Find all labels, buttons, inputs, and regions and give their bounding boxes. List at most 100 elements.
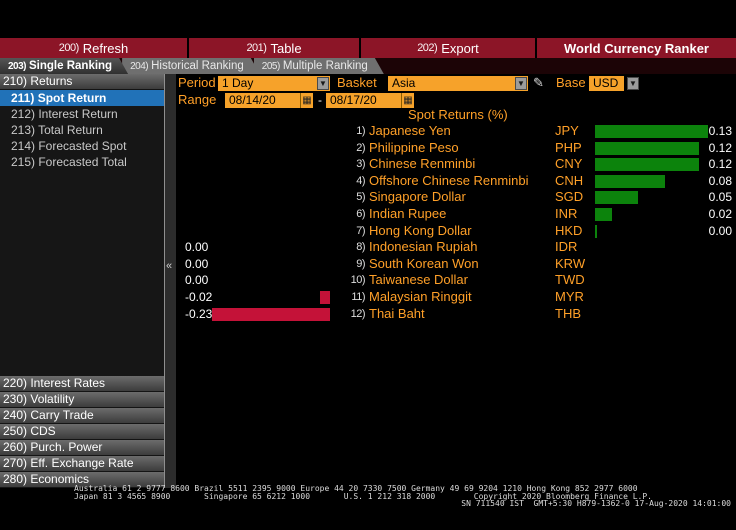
calendar-icon[interactable]: ▦ <box>300 93 313 108</box>
sidebar-item-eff-exchange-rate[interactable]: 270) Eff. Exchange Rate <box>0 456 164 472</box>
positive-bar <box>595 141 699 155</box>
basket-label: Basket <box>337 75 377 90</box>
tab-key: 204) <box>130 61 149 72</box>
positive-bar <box>595 191 638 205</box>
neg-value-label: -0.02 <box>185 289 213 304</box>
positive-bar <box>595 174 665 188</box>
range-label: Range <box>178 92 217 107</box>
chevron-down-icon[interactable]: ▼ <box>317 77 329 90</box>
sidebar-item-carry-trade[interactable]: 240) Carry Trade <box>0 408 164 424</box>
sidebar-items: 211) Spot Return 212) Interest Return 213)… <box>0 90 164 170</box>
basket-value: Asia <box>392 76 416 90</box>
menu-button-table[interactable]: 201) Table <box>189 38 361 58</box>
currency-name: Chinese Renminbi <box>369 156 476 172</box>
neg-value-label: 0.00 <box>185 273 209 288</box>
neg-value-label: 0.00 <box>185 240 209 255</box>
currency-name: Singapore Dollar <box>369 189 466 205</box>
basket-dropdown[interactable]: Asia ▼ <box>388 76 528 91</box>
chart-row-hkd[interactable]: 7) Hong Kong Dollar HKD 0.00 <box>176 223 736 240</box>
currency-code: JPY <box>555 123 579 138</box>
positive-bar <box>595 158 699 172</box>
chart-row-twd[interactable]: 0.00 10) Taiwanese Dollar TWD <box>176 272 736 289</box>
currency-code: IDR <box>555 239 578 255</box>
currency-code: CNH <box>555 172 584 188</box>
row-number: 3) <box>356 158 365 171</box>
currency-code: MYR <box>555 288 584 304</box>
chart-row-thb[interactable]: -0.23 12) Thai Baht THB <box>176 306 736 323</box>
currency-name: Offshore Chinese Renminbi <box>369 172 529 188</box>
pos-value-label: 0.05 <box>708 190 732 205</box>
chevron-down-icon[interactable]: ▼ <box>627 77 639 90</box>
neg-value-label: 0.00 <box>185 256 209 271</box>
row-number: 1) <box>356 125 365 137</box>
currency-code: KRW <box>555 255 586 271</box>
currency-name: Malaysian Ringgit <box>369 288 472 304</box>
menu-button-key: 201) <box>246 42 267 54</box>
row-number: 6) <box>356 207 365 220</box>
currency-code: INR <box>555 205 578 221</box>
tab-historical-ranking[interactable]: 204) Historical Ranking <box>122 58 260 74</box>
row-number: 10) <box>350 274 366 287</box>
chart-row-inr[interactable]: 6) Indian Rupee INR 0.02 <box>176 206 736 223</box>
currency-code: CNY <box>555 156 583 172</box>
chart-row-idr[interactable]: 0.00 8) Indonesian Rupiah IDR <box>176 239 736 256</box>
sidebar-item-spot-return[interactable]: 211) Spot Return <box>0 90 164 106</box>
bloomberg-terminal-screen: 200) Refresh 201) Table 202) Export World Curr… <box>0 0 736 530</box>
row-number: 9) <box>356 257 365 270</box>
pos-value-label: 0.12 <box>708 140 732 155</box>
edit-basket-icon[interactable]: ✎ <box>533 75 544 91</box>
base-dropdown[interactable]: USD <box>589 76 624 91</box>
currency-name: Philippine Peso <box>369 139 459 155</box>
sidebar-item-purch-power[interactable]: 260) Purch. Power <box>0 440 164 456</box>
pos-value-label: 0.13 <box>708 124 732 138</box>
menu-button-refresh[interactable]: 200) Refresh <box>0 38 189 58</box>
chart-row-cny[interactable]: 3) Chinese Renminbi CNY 0.12 <box>176 156 736 173</box>
range-separator: - <box>318 93 322 107</box>
period-dropdown[interactable]: 1 Day ▼ <box>218 76 330 91</box>
collapse-sidebar-icon[interactable]: « <box>166 260 172 272</box>
chart-row-sgd[interactable]: 5) Singapore Dollar SGD 0.05 <box>176 189 736 206</box>
positive-bar <box>595 207 612 221</box>
tab-bar: 203) Single Ranking 204) Historical Ranking… <box>0 58 736 74</box>
sidebar-item-volatility[interactable]: 230) Volatility <box>0 392 164 408</box>
row-number: 7) <box>356 224 365 237</box>
sidebar-sections: 220) Interest Rates 230) Volatility 240) C… <box>0 376 164 488</box>
currency-name: Indian Rupee <box>369 205 447 221</box>
range-end-input[interactable]: 08/17/20 <box>326 93 401 108</box>
menu-button-export[interactable]: 202) Export <box>361 38 537 58</box>
sidebar-item-returns[interactable]: 210) Returns <box>0 74 164 90</box>
menu-button-label: Export <box>441 40 479 56</box>
sidebar-item-interest-rates[interactable]: 220) Interest Rates <box>0 376 164 392</box>
sidebar-item-forecasted-total[interactable]: 215) Forecasted Total <box>0 154 164 170</box>
chart-row-krw[interactable]: 0.00 9) South Korean Won KRW <box>176 256 736 273</box>
chart-row-myr[interactable]: -0.02 11) Malaysian Ringgit MYR <box>176 289 736 306</box>
tab-multiple-ranking[interactable]: 205) Multiple Ranking <box>254 58 384 74</box>
row-number: 5) <box>356 191 365 204</box>
range-start-input[interactable]: 08/14/20 <box>225 93 300 108</box>
chart-row-cnh[interactable]: 4) Offshore Chinese Renminbi CNH 0.08 <box>176 173 736 190</box>
sidebar-item-forecasted-spot[interactable]: 214) Forecasted Spot <box>0 138 164 154</box>
currency-code: SGD <box>555 189 584 205</box>
tab-key: 203) <box>8 61 27 72</box>
currency-code: TWD <box>555 272 585 288</box>
menu-button-label: Refresh <box>82 40 129 56</box>
chevron-down-icon[interactable]: ▼ <box>515 77 527 90</box>
sidebar-item-interest-return[interactable]: 212) Interest Return <box>0 106 164 122</box>
currency-name: Indonesian Rupiah <box>369 239 478 255</box>
pos-value-label: 0.12 <box>708 157 732 172</box>
period-label: Period <box>178 75 216 90</box>
currency-name: Thai Baht <box>369 305 425 321</box>
menu-button-label: Table <box>270 40 302 56</box>
chart-title: Spot Returns (%) <box>408 107 508 122</box>
sidebar-item-total-return[interactable]: 213) Total Return <box>0 122 164 138</box>
pos-value-label: 0.00 <box>708 223 732 238</box>
menu-button-key: 200) <box>58 42 80 54</box>
row-number: 2) <box>356 141 365 154</box>
tab-single-ranking[interactable]: 203) Single Ranking <box>0 58 128 74</box>
chart-rows: 1) Japanese Yen JPY 0.13 2) Philippine Peso PH… <box>176 123 736 322</box>
chart-row-php[interactable]: 2) Philippine Peso PHP 0.12 <box>176 140 736 157</box>
pos-value-label: 0.02 <box>708 206 732 221</box>
calendar-icon[interactable]: ▦ <box>401 93 414 108</box>
chart-row-jpy[interactable]: 1) Japanese Yen JPY 0.13 <box>176 123 736 140</box>
sidebar-item-cds[interactable]: 250) CDS <box>0 424 164 440</box>
